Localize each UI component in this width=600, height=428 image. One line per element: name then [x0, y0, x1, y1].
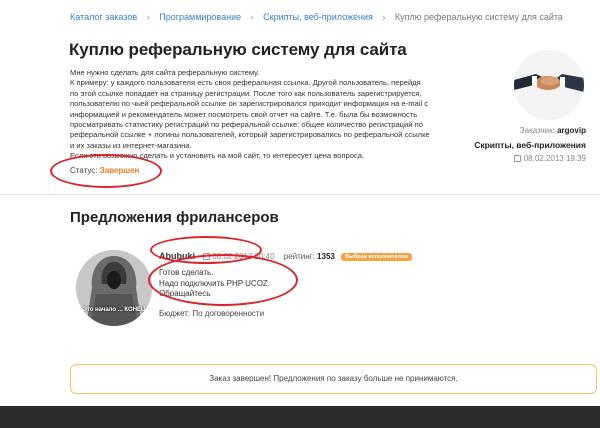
offer-header: Abubuki 08.02.2013 20:40 рейтинг: 1353 В…: [159, 251, 412, 261]
status-label: Статус:: [70, 166, 98, 175]
breadcrumb-current: Куплю реферальную систему для сайта: [394, 12, 563, 22]
offer-budget: Бюджет: По договоренности: [159, 309, 265, 318]
freelancer-username-link[interactable]: Abubuki: [159, 251, 195, 261]
breadcrumb-separator: ›: [146, 12, 150, 22]
rating-label: рейтинг:: [283, 252, 315, 261]
offer-message-line: Надо подключить PHP UCOZ.: [159, 278, 271, 288]
offers-title: Предложения фрилансеров: [70, 209, 279, 226]
freelancer-avatar[interactable]: Это начало ... КОНЕЦ: [76, 250, 152, 326]
offer-message-line: Обращайтесь: [159, 289, 211, 298]
offer-message-line: Готов сделать.: [159, 268, 214, 277]
breadcrumb-separator: ›: [250, 12, 254, 22]
description-line: Если это возможно сделать и установить н…: [70, 151, 365, 161]
calendar-icon: [513, 155, 521, 162]
breadcrumb-scripts-link[interactable]: Скрипты, веб-приложения: [263, 12, 373, 22]
client-label: Заказчик:: [519, 126, 555, 135]
section-divider: [0, 194, 600, 195]
description-line: и их заказы из интернет-магазина.: [70, 140, 192, 150]
client-category[interactable]: Скрипты, веб-приложения: [474, 138, 586, 152]
breadcrumb: Каталог заказов › Программирование › Скр…: [70, 12, 563, 22]
breadcrumb-programming-link[interactable]: Программирование: [159, 12, 241, 22]
offer-date: 08.02.2013 20:40: [203, 252, 277, 261]
rating-value: 1353: [317, 252, 335, 261]
job-status: Статус: Завершен: [70, 166, 139, 175]
description-line: по этой ссылке попадает на страницу реги…: [70, 88, 422, 98]
client-date-text: 08.02.2013 19:39: [523, 154, 586, 163]
hooded-figure-icon: [76, 250, 152, 326]
offer-message: Готов сделать. Надо подключить PHP UCOZ.…: [159, 268, 270, 300]
status-badge: Завершен: [99, 166, 140, 175]
offer-date-text: 08.02.2013 20:40: [212, 252, 275, 261]
handshake-icon: [514, 50, 584, 120]
page-footer: [0, 406, 600, 428]
client-avatar[interactable]: [514, 50, 584, 120]
breadcrumb-catalog-link[interactable]: Каталог заказов: [70, 12, 137, 22]
avatar-caption: Это начало ... КОНЕЦ: [82, 307, 146, 313]
description-line: просматривать статистику регистраций по …: [70, 120, 423, 130]
closed-notice: Заказ завершен! Предложения по заказу бо…: [70, 364, 597, 394]
client-info: Заказчик: argovip Скрипты, веб-приложени…: [474, 124, 586, 166]
page-title: Куплю реферальную систему для сайта: [69, 40, 407, 59]
description-line: информацией и рекомендатель может посмот…: [70, 109, 418, 119]
description-line: Мне нужно сделать для сайта реферальную …: [70, 68, 260, 77]
description-line: пользователю по чьей реферальной ссылке …: [70, 99, 429, 109]
description-line: реферальной ссылке + логины пользователе…: [70, 130, 430, 140]
freelancer-rating: рейтинг: 1353: [284, 252, 337, 261]
description-line: К примеру: у каждого пользователя есть с…: [70, 78, 421, 88]
job-description: Мне нужно сделать для сайта реферальную …: [70, 68, 455, 162]
calendar-icon: [203, 253, 211, 260]
breadcrumb-separator: ›: [382, 12, 386, 22]
client-name-link[interactable]: argovip: [557, 126, 586, 135]
selected-badge: Выбран исполнителем: [341, 253, 412, 261]
client-date: 08.02.2013 19:39: [474, 152, 586, 166]
